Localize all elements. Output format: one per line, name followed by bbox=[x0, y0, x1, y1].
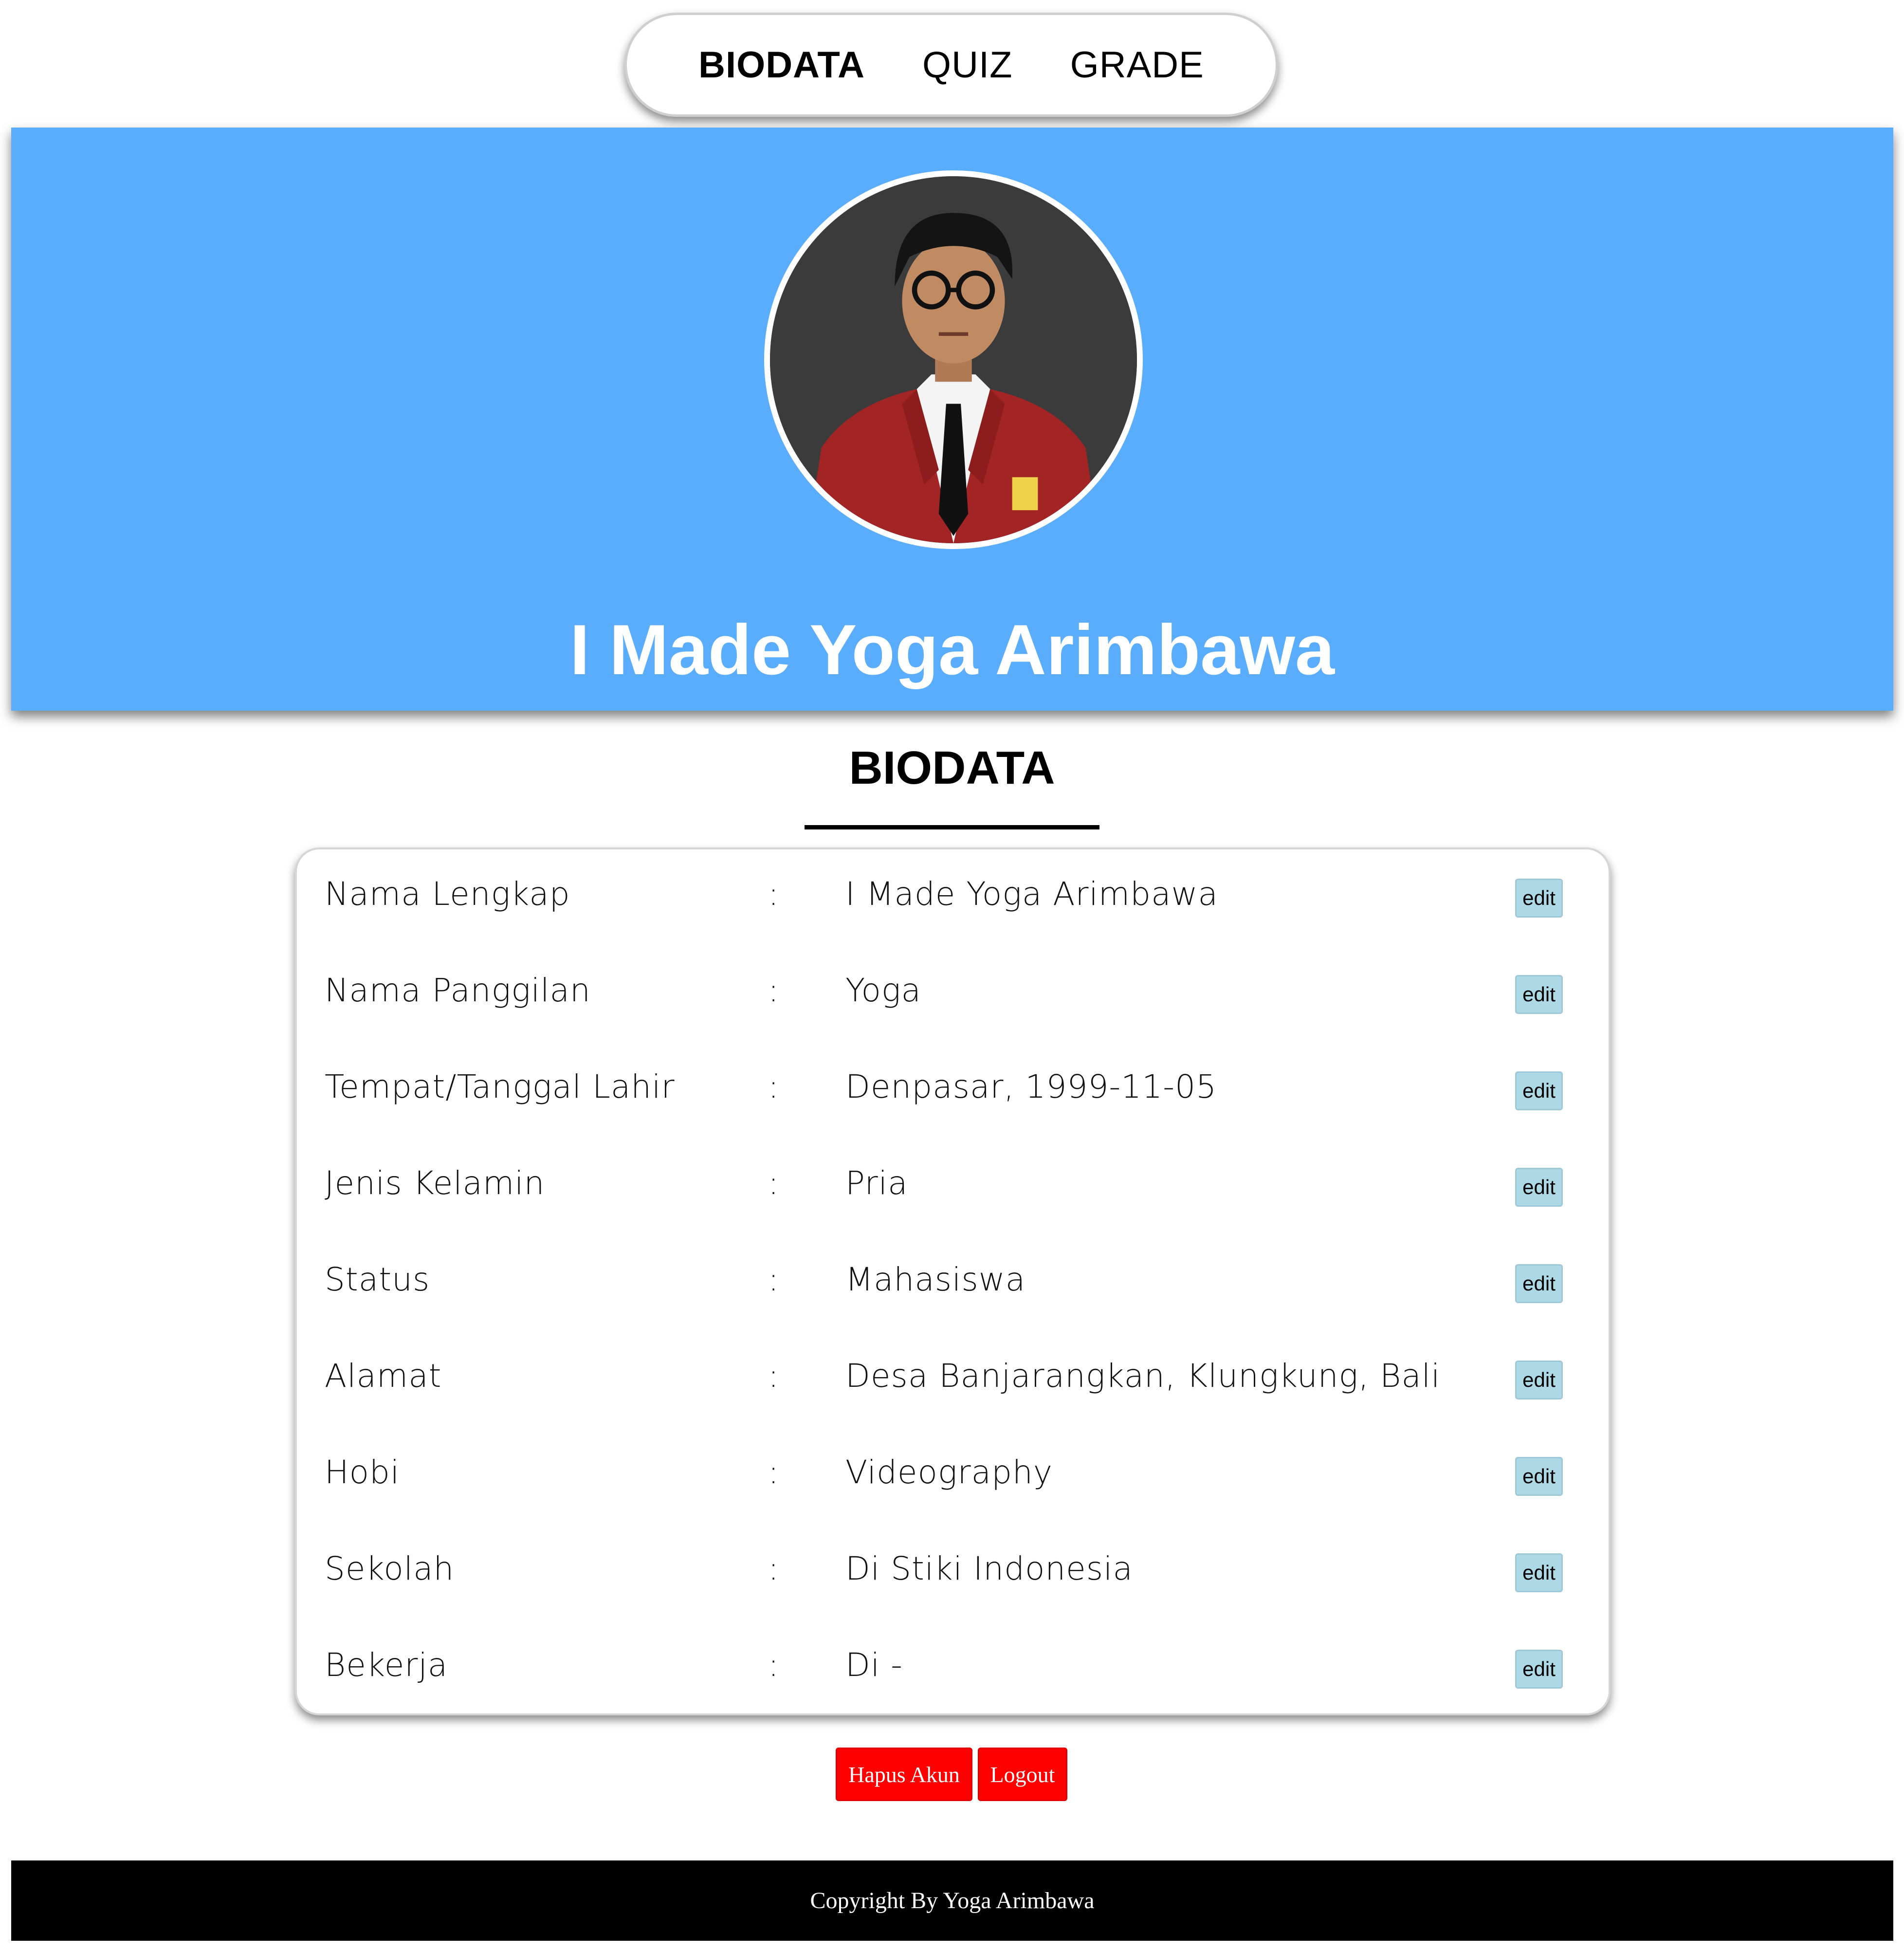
field-label: Jenis Kelamin bbox=[325, 1164, 545, 1202]
logout-button[interactable]: Logout bbox=[978, 1748, 1067, 1801]
field-label: Sekolah bbox=[325, 1550, 455, 1587]
field-separator: : bbox=[768, 1646, 780, 1684]
biodata-row-nama-panggilan: Nama Panggilan : Yoga edit bbox=[297, 966, 1609, 1025]
biodata-row-tempat-tanggal-lahir: Tempat/Tanggal Lahir : Denpasar, 1999-11… bbox=[297, 1063, 1609, 1121]
biodata-row-nama-lengkap: Nama Lengkap : I Made Yoga Arimbawa edit bbox=[297, 870, 1609, 928]
edit-button[interactable]: edit bbox=[1515, 1361, 1563, 1399]
delete-account-button[interactable]: Hapus Akun bbox=[836, 1748, 972, 1801]
biodata-row-jenis-kelamin: Jenis Kelamin : Pria edit bbox=[297, 1159, 1609, 1217]
field-value: Di - bbox=[845, 1646, 903, 1684]
copyright-text: Copyright By Yoga Arimbawa bbox=[810, 1888, 1095, 1914]
biodata-row-bekerja: Bekerja : Di - edit bbox=[297, 1641, 1609, 1699]
edit-button[interactable]: edit bbox=[1515, 1553, 1563, 1592]
field-value: Mahasiswa bbox=[845, 1261, 1026, 1298]
field-label: Tempat/Tanggal Lahir bbox=[325, 1068, 675, 1105]
nav-grade[interactable]: GRADE bbox=[1070, 44, 1204, 86]
field-separator: : bbox=[768, 1164, 780, 1202]
field-value: Yoga bbox=[845, 972, 921, 1009]
edit-button[interactable]: edit bbox=[1515, 1168, 1563, 1207]
field-value: Desa Banjarangkan, Klungkung, Bali bbox=[845, 1357, 1441, 1395]
biodata-row-sekolah: Sekolah : Di Stiki Indonesia edit bbox=[297, 1545, 1609, 1603]
edit-button[interactable]: edit bbox=[1515, 1650, 1563, 1689]
biodata-card: Nama Lengkap : I Made Yoga Arimbawa edit… bbox=[295, 847, 1611, 1715]
field-value: I Made Yoga Arimbawa bbox=[845, 875, 1218, 913]
profile-name: I Made Yoga Arimbawa bbox=[569, 610, 1335, 689]
nav-biodata[interactable]: BIODATA bbox=[698, 44, 865, 86]
profile-photo bbox=[770, 176, 1137, 543]
field-separator: : bbox=[768, 875, 780, 913]
edit-button[interactable]: edit bbox=[1515, 1457, 1563, 1496]
section-divider bbox=[805, 825, 1099, 829]
field-separator: : bbox=[768, 1550, 780, 1587]
section-title: BIODATA bbox=[849, 742, 1055, 794]
field-value: Pria bbox=[845, 1164, 908, 1202]
edit-button[interactable]: edit bbox=[1515, 975, 1563, 1014]
footer: Copyright By Yoga Arimbawa bbox=[11, 1860, 1893, 1941]
field-label: Nama Panggilan bbox=[325, 972, 591, 1009]
field-value: Di Stiki Indonesia bbox=[845, 1550, 1133, 1587]
edit-button[interactable]: edit bbox=[1515, 879, 1563, 918]
field-value: Denpasar, 1999-11-05 bbox=[845, 1068, 1217, 1105]
field-label: Hobi bbox=[325, 1454, 400, 1491]
nav-quiz[interactable]: QUIZ bbox=[922, 44, 1013, 86]
biodata-row-status: Status : Mahasiswa edit bbox=[297, 1255, 1609, 1314]
edit-button[interactable]: edit bbox=[1515, 1071, 1563, 1110]
field-separator: : bbox=[768, 1068, 780, 1105]
biodata-row-alamat: Alamat : Desa Banjarangkan, Klungkung, B… bbox=[297, 1352, 1609, 1410]
avatar bbox=[764, 170, 1143, 549]
field-label: Alamat bbox=[325, 1357, 442, 1395]
field-label: Bekerja bbox=[325, 1646, 448, 1684]
field-separator: : bbox=[768, 1454, 780, 1491]
field-label: Nama Lengkap bbox=[325, 875, 570, 913]
field-label: Status bbox=[325, 1261, 430, 1298]
field-separator: : bbox=[768, 1357, 780, 1395]
field-separator: : bbox=[768, 972, 780, 1009]
profile-header: I Made Yoga Arimbawa bbox=[11, 128, 1893, 711]
field-value: Videography bbox=[845, 1454, 1053, 1491]
biodata-row-hobi: Hobi : Videography edit bbox=[297, 1448, 1609, 1507]
top-nav: BIODATA QUIZ GRADE bbox=[624, 13, 1278, 117]
field-separator: : bbox=[768, 1261, 780, 1298]
edit-button[interactable]: edit bbox=[1515, 1264, 1563, 1303]
